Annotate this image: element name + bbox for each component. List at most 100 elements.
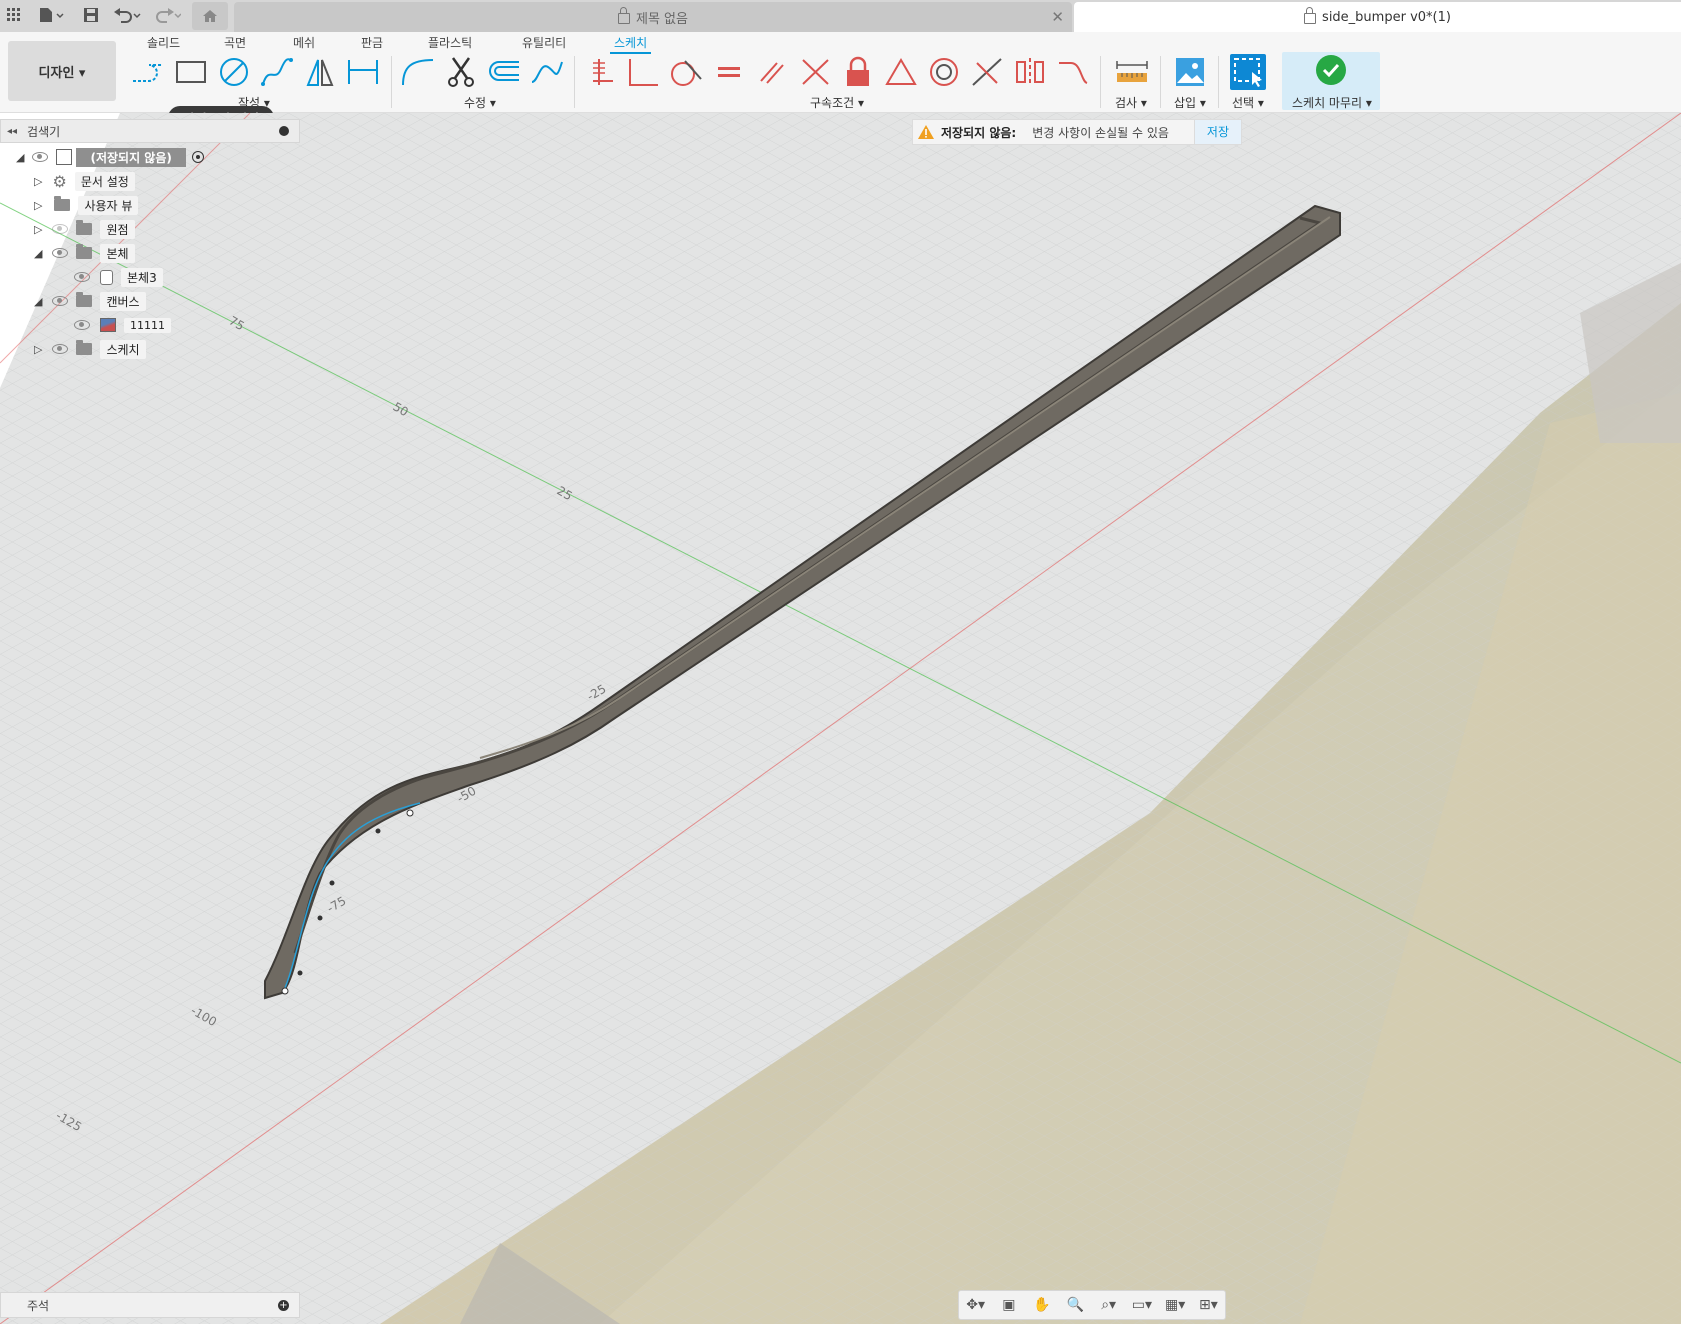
rectangle-tool-icon[interactable]: [173, 54, 209, 90]
expand-triangle-icon[interactable]: ▷: [34, 223, 42, 236]
warning-title: 저장되지 않음:: [941, 125, 1017, 140]
tab-solid[interactable]: 솔리드: [143, 34, 184, 52]
dimension-tool-icon[interactable]: [345, 54, 381, 90]
horizontal-vertical-constraint-icon[interactable]: [582, 54, 618, 90]
visibility-eye-icon[interactable]: [74, 272, 90, 282]
expanded-triangle-icon[interactable]: ◢: [16, 151, 24, 164]
browser-item-canvases[interactable]: ◢ 캔버스: [34, 291, 146, 311]
folder-icon: [76, 220, 93, 235]
collapse-panel-icon[interactable]: ◂◂: [7, 126, 17, 137]
conic-curve-icon[interactable]: [529, 54, 565, 90]
parallel-constraint-icon[interactable]: [754, 54, 790, 90]
midpoint-constraint-icon[interactable]: [969, 54, 1005, 90]
constraints-group-label[interactable]: 구속조건 ▾: [810, 94, 864, 111]
expand-triangle-icon[interactable]: ▷: [34, 343, 42, 356]
fillet-tool-icon[interactable]: [400, 54, 436, 90]
perpendicular-constraint-icon[interactable]: [625, 54, 661, 90]
browser-item-bodies[interactable]: ◢ 본체: [34, 243, 135, 263]
tab-mesh[interactable]: 메쉬: [289, 34, 319, 52]
browser-item-named-views[interactable]: ▷ 사용자 뷰: [34, 195, 139, 215]
component-icon: [56, 149, 73, 165]
add-annotation-icon[interactable]: +: [278, 1299, 289, 1311]
tangent-constraint-icon[interactable]: [668, 54, 704, 90]
visibility-eye-icon[interactable]: [32, 152, 49, 162]
browser-root-node[interactable]: ◢ (저장되지 않음): [16, 147, 204, 167]
curvature-constraint-icon[interactable]: [1055, 54, 1091, 90]
look-at-icon[interactable]: ▣: [997, 1295, 1021, 1315]
select-group-label[interactable]: 선택 ▾: [1232, 94, 1264, 111]
modify-group-label[interactable]: 수정 ▾: [464, 94, 496, 111]
spline-tool-icon[interactable]: [259, 54, 295, 90]
active-radio-icon[interactable]: [191, 151, 204, 163]
insert-group-label[interactable]: 삽입 ▾: [1174, 94, 1206, 111]
zoom-icon[interactable]: 🔍: [1063, 1295, 1087, 1315]
app-grid-icon[interactable]: [4, 4, 24, 26]
annotations-panel[interactable]: 주석 +: [0, 1292, 300, 1318]
tab-untitled[interactable]: 제목 없음 ✕: [234, 2, 1072, 32]
browser-item-sketches[interactable]: ▷ 스케치: [34, 339, 146, 359]
undo-icon[interactable]: [112, 4, 142, 26]
pan-hand-icon[interactable]: ✋: [1030, 1295, 1054, 1315]
tab-plastic[interactable]: 플라스틱: [424, 34, 476, 52]
grid-settings-icon[interactable]: ▦▾: [1163, 1295, 1187, 1315]
coincident-constraint-icon[interactable]: [797, 54, 833, 90]
expanded-triangle-icon[interactable]: ◢: [34, 247, 42, 260]
finish-sketch-button[interactable]: 스케치 마무리 ▾: [1282, 52, 1380, 110]
redo-icon[interactable]: [152, 4, 182, 26]
browser-panel: ◂◂ 검색기 ◢ (저장되지 않음) ▷ ⚙ 문서 설정 ▷ 사용자 뷰 ▷ 원…: [0, 119, 300, 364]
browser-item-body3[interactable]: 본체3: [74, 267, 163, 287]
display-settings-icon[interactable]: ▭▾: [1130, 1295, 1154, 1315]
expanded-triangle-icon[interactable]: ◢: [34, 295, 42, 308]
ribbon-divider: [1218, 56, 1219, 108]
panel-minimize-icon[interactable]: [279, 126, 289, 136]
select-box-icon[interactable]: [1230, 54, 1266, 90]
insert-image-icon[interactable]: [1172, 54, 1208, 90]
save-icon[interactable]: [80, 4, 102, 26]
close-icon[interactable]: ✕: [1051, 8, 1064, 26]
visibility-eye-icon[interactable]: [74, 320, 90, 330]
circle-tool-icon[interactable]: [216, 54, 252, 90]
inspect-group-label[interactable]: 검사 ▾: [1115, 94, 1147, 111]
save-link[interactable]: 저장: [1193, 120, 1241, 144]
ribbon-divider: [1160, 56, 1161, 108]
symmetry-constraint-icon[interactable]: [1012, 54, 1048, 90]
ribbon-toolbar: 디자인 ▾ 솔리드 곡면 메쉬 판금 플라스틱 유틸리티 스케치 작성 ▾ 수정…: [0, 32, 1681, 113]
trim-scissors-icon[interactable]: [443, 54, 479, 90]
offset-tool-icon[interactable]: [486, 54, 522, 90]
tab-sketch[interactable]: 스케치: [610, 34, 652, 54]
checkmark-icon: [1316, 55, 1346, 85]
home-icon[interactable]: [192, 2, 228, 30]
fix-lock-icon[interactable]: [840, 54, 876, 90]
browser-item-canvas-11111[interactable]: 11111: [74, 315, 171, 335]
tab-side-bumper[interactable]: side_bumper v0*(1): [1074, 2, 1681, 32]
tab-sheet-metal[interactable]: 판금: [357, 34, 387, 52]
viewports-icon[interactable]: ⊞▾: [1196, 1295, 1220, 1315]
folder-icon: [76, 292, 93, 307]
visibility-eye-icon[interactable]: [52, 344, 69, 354]
canvas-image-icon: [100, 318, 116, 332]
orbit-icon[interactable]: ✥▾: [964, 1295, 988, 1315]
tab-utilities[interactable]: 유틸리티: [518, 34, 570, 52]
browser-item-document-settings[interactable]: ▷ ⚙ 문서 설정: [34, 171, 135, 191]
hidden-eye-icon[interactable]: [52, 224, 69, 234]
visibility-eye-icon[interactable]: [52, 248, 69, 258]
workspace-switcher[interactable]: 디자인 ▾: [8, 41, 116, 101]
visibility-eye-icon[interactable]: [52, 296, 69, 306]
measure-ruler-icon[interactable]: [1112, 54, 1152, 90]
mirror-tool-icon[interactable]: [302, 54, 338, 90]
folder-icon: [54, 196, 71, 211]
equal-constraint-icon[interactable]: [711, 54, 747, 90]
finish-sketch-label: 스케치 마무리 ▾: [1292, 96, 1372, 110]
annotations-title: 주석: [27, 1298, 50, 1313]
unsaved-warning-bar: 저장되지 않음: 변경 사항이 손실될 수 있음 저장: [912, 119, 1242, 145]
lock-icon: [618, 6, 630, 24]
fit-view-icon[interactable]: ⌕▾: [1097, 1295, 1121, 1315]
expand-triangle-icon[interactable]: ▷: [34, 175, 42, 188]
concentric-constraint-icon[interactable]: [926, 54, 962, 90]
browser-item-origin[interactable]: ▷ 원점: [34, 219, 135, 239]
expand-triangle-icon[interactable]: ▷: [34, 199, 42, 212]
triangle-constraint-icon[interactable]: [883, 54, 919, 90]
tab-surface[interactable]: 곡면: [220, 34, 250, 52]
file-menu-icon[interactable]: [36, 4, 66, 26]
line-tool-icon[interactable]: [130, 54, 166, 90]
